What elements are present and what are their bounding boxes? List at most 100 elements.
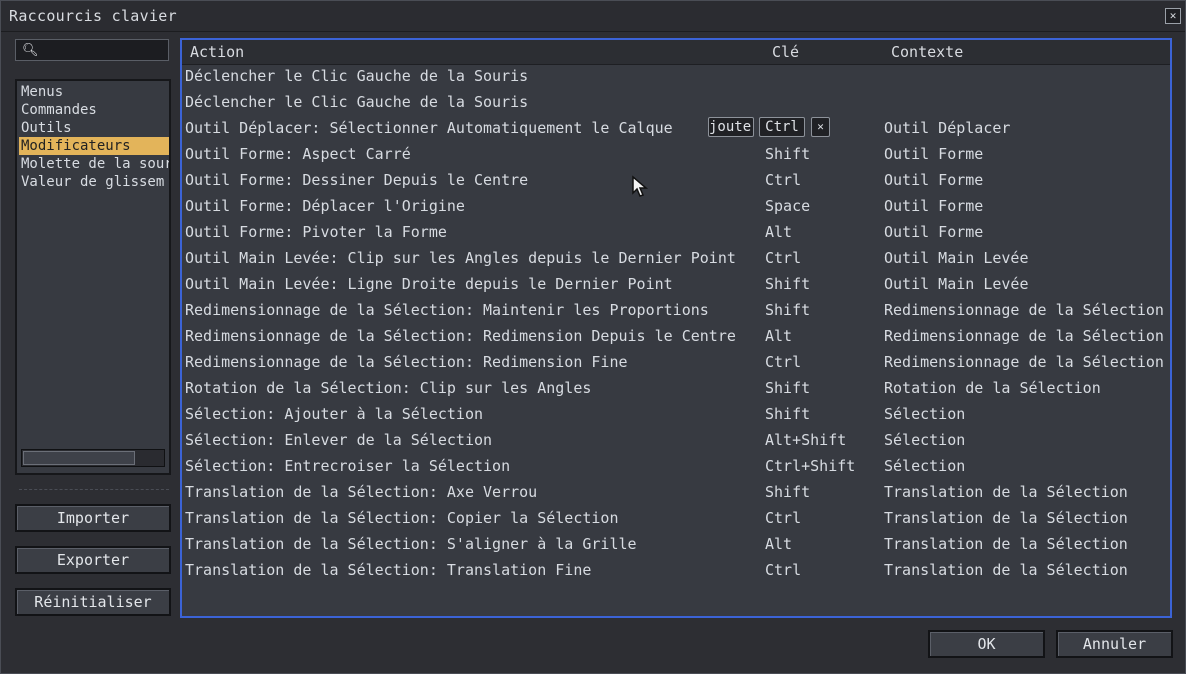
key-cell[interactable]: Ctrl [765,171,801,189]
table-row[interactable]: Outil Forme: Aspect Carré Shift Outil Form… [182,142,1170,168]
context-cell: Sélection [884,405,966,423]
table-row[interactable]: Rotation de la Sélection: Clip sur les A… [182,376,1170,402]
action-cell: Redimensionnage de la Sélection: Redimen… [185,353,628,371]
action-cell: Outil Forme: Aspect Carré [185,145,411,163]
context-cell: Outil Forme [884,145,984,163]
action-cell: Outil Forme: Pivoter la Forme [185,223,447,241]
table-row[interactable]: Translation de la Sélection: S'aligner à… [182,532,1170,558]
shortcut-key-chip[interactable]: Ctrl [759,117,805,137]
key-cell[interactable]: Alt [765,223,792,241]
action-cell: Outil Main Levée: Ligne Droite depuis le… [185,275,673,293]
ok-button[interactable]: OK [928,630,1045,658]
key-cell[interactable]: Alt [765,327,792,345]
key-cell[interactable]: Ctrl+Shift [765,457,855,475]
key-cell[interactable]: Shift [765,145,810,163]
key-cell[interactable]: Alt [765,535,792,553]
key-cell[interactable]: Ctrl [765,249,801,267]
reset-button[interactable]: Réinitialiser [15,588,171,616]
key-cell[interactable]: Ctrl [765,353,801,371]
table-row[interactable]: Sélection: Enlever de la Sélection Alt+Sh… [182,428,1170,454]
category-list: Menus Commandes Outils Modificateurs Molette… [19,83,169,191]
table-row[interactable]: Déclencher le Clic Gauche de la Souris [182,64,1170,90]
category-item[interactable]: Valeur de glissem [19,173,169,191]
action-cell: Redimensionnage de la Sélection: Redimen… [185,327,736,345]
table-row[interactable]: Outil Déplacer: Sélectionner Automatique… [182,116,1170,142]
column-header-action[interactable]: Action [190,43,244,61]
key-cell[interactable]: Space [765,197,810,215]
key-cell[interactable]: Shift [765,379,810,397]
action-cell: Déclencher le Clic Gauche de la Souris [185,67,529,85]
category-list-panel: Menus Commandes Outils Modificateurs Molette… [15,79,171,475]
context-cell: Sélection [884,431,966,449]
context-cell: Translation de la Sélection [884,561,1128,579]
dialog-title: Raccourcis clavier [9,7,177,25]
category-item[interactable]: Commandes [19,101,169,119]
table-row[interactable]: Translation de la Sélection: Translation… [182,558,1170,584]
table-row[interactable]: Redimensionnage de la Sélection: Redimen… [182,350,1170,376]
table-row[interactable]: Translation de la Sélection: Copier la S… [182,506,1170,532]
cancel-button[interactable]: Annuler [1056,630,1173,658]
table-row[interactable]: Déclencher le Clic Gauche de la Souris [182,90,1170,116]
table-row[interactable]: Translation de la Sélection: Axe Verrou S… [182,480,1170,506]
table-row[interactable]: Outil Forme: Dessiner Depuis le Centre Ct… [182,168,1170,194]
table-row[interactable]: Sélection: Entrecroiser la Sélection Ctrl… [182,454,1170,480]
context-cell: Outil Main Levée [884,249,1029,267]
separator [19,489,169,490]
key-cell[interactable]: Shift [765,301,810,319]
key-cell[interactable]: Shift [765,483,810,501]
context-cell: Rotation de la Sélection [884,379,1101,397]
add-shortcut-button[interactable]: jouter [708,117,754,137]
table-header: Action Clé Contexte [182,40,1170,65]
action-cell: Outil Main Levée: Clip sur les Angles de… [185,249,736,267]
import-button[interactable]: Importer [15,504,171,532]
key-cell[interactable]: Ctrl [765,509,801,527]
shortcuts-table: Action Clé Contexte Déclencher le Clic G… [180,38,1172,618]
remove-shortcut-icon[interactable]: ✕ [811,117,830,137]
context-cell: Outil Forme [884,197,984,215]
action-cell: Rotation de la Sélection: Clip sur les A… [185,379,592,397]
action-cell: Translation de la Sélection: Translation… [185,561,592,579]
context-cell: Outil Forme [884,171,984,189]
context-cell: Redimensionnage de la Sélection [884,301,1164,319]
table-row[interactable]: Outil Forme: Pivoter la Forme Alt Outil Fo… [182,220,1170,246]
table-row[interactable]: Outil Main Levée: Ligne Droite depuis le… [182,272,1170,298]
context-cell: Translation de la Sélection [884,483,1128,501]
context-cell: Redimensionnage de la Sélection [884,327,1164,345]
category-horizontal-scrollbar[interactable] [21,449,165,467]
table-row[interactable]: Outil Main Levée: Clip sur les Angles de… [182,246,1170,272]
column-header-context[interactable]: Contexte [891,43,963,61]
search-field[interactable]: 🔍︎ [15,39,169,61]
keyboard-shortcuts-dialog: Raccourcis clavier ✕ 🔍︎ Menus Commandes Ou… [0,0,1186,674]
category-item[interactable]: Outils [19,119,169,137]
category-item[interactable]: Molette de la sour [19,155,169,173]
context-cell: Redimensionnage de la Sélection [884,353,1164,371]
action-cell: Sélection: Entrecroiser la Sélection [185,457,511,475]
context-cell: Translation de la Sélection [884,509,1128,527]
context-cell: Outil Forme [884,223,984,241]
scrollbar-thumb[interactable] [23,451,135,465]
column-header-key[interactable]: Clé [772,43,799,61]
table-row[interactable]: Outil Forme: Déplacer l'Origine Space Outi… [182,194,1170,220]
category-item[interactable]: Menus [19,83,169,101]
table-body: Déclencher le Clic Gauche de la Souris Dé… [182,64,1170,584]
key-cell[interactable]: Ctrl [765,561,801,579]
table-row[interactable]: Redimensionnage de la Sélection: Mainten… [182,298,1170,324]
action-cell: Outil Forme: Dessiner Depuis le Centre [185,171,529,189]
context-cell: Outil Main Levée [884,275,1029,293]
action-cell: Translation de la Sélection: Axe Verrou [185,483,538,501]
category-item[interactable]: Modificateurs [19,137,169,155]
close-icon[interactable]: ✕ [1165,8,1181,24]
key-cell[interactable]: Alt+Shift [765,431,846,449]
action-cell: Déclencher le Clic Gauche de la Souris [185,93,529,111]
table-row[interactable]: Sélection: Ajouter à la Sélection Shift Sé… [182,402,1170,428]
search-icon: 🔍︎ [22,43,39,58]
context-cell: Sélection [884,457,966,475]
export-button[interactable]: Exporter [15,546,171,574]
key-cell[interactable]: Shift [765,275,810,293]
action-cell: Outil Forme: Déplacer l'Origine [185,197,465,215]
key-cell[interactable]: Shift [765,405,810,423]
table-row[interactable]: Redimensionnage de la Sélection: Redimen… [182,324,1170,350]
search-input[interactable] [40,42,168,60]
title-bar[interactable]: Raccourcis clavier ✕ [1,1,1185,32]
action-cell: Sélection: Ajouter à la Sélection [185,405,484,423]
